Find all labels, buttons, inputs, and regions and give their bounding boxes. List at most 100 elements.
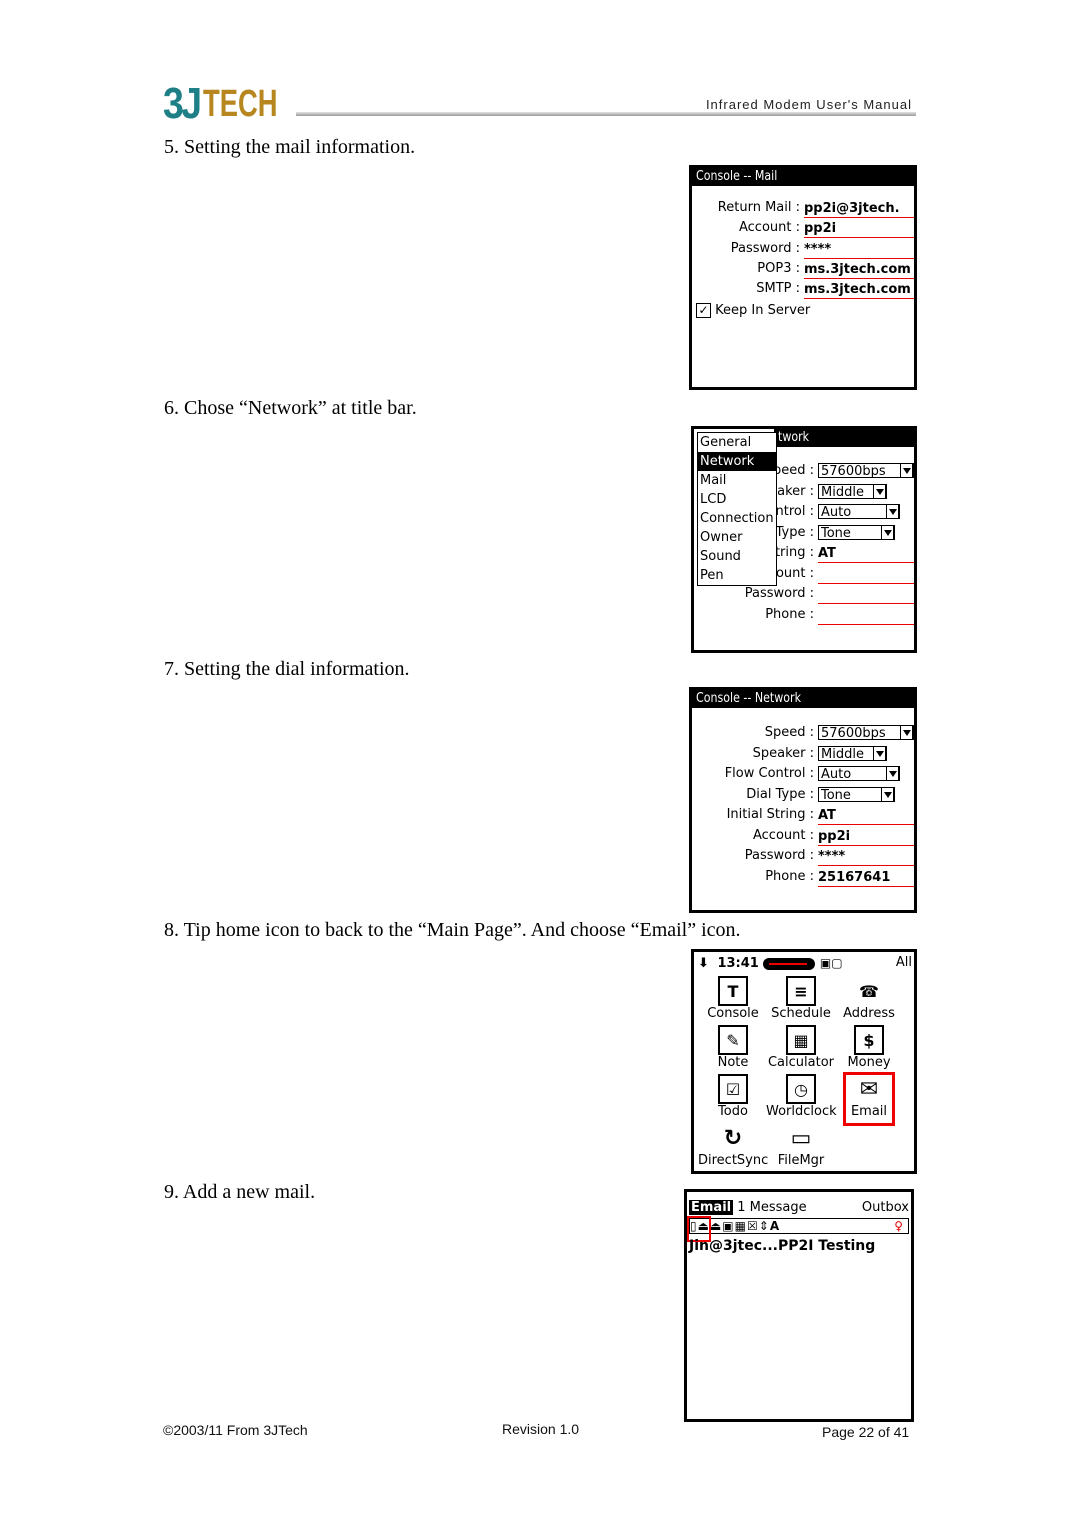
network-settings-screen: Console -- Network Speed : 57600bps Spea… [689, 687, 917, 913]
screen-title: Console -- Mail [692, 168, 914, 186]
app-money[interactable]: $ Money [834, 1025, 904, 1070]
menu-item-lcd[interactable]: LCD [698, 490, 776, 509]
app-worldclock[interactable]: ◷ Worldclock [766, 1074, 837, 1119]
account-input[interactable]: pp2i [818, 828, 914, 846]
pop3-input[interactable]: ms.3jtech.com [804, 261, 914, 279]
chevron-down-icon [900, 725, 913, 740]
step-5-text: 5. Setting the mail information. [164, 136, 416, 158]
font-icon[interactable]: A [770, 1219, 780, 1233]
todo-icon: ☑ [718, 1074, 748, 1104]
phone-input[interactable]: 25167641 [818, 869, 914, 887]
chevron-down-icon [881, 525, 894, 540]
schedule-icon: ≡ [786, 976, 816, 1006]
speaker-dropdown[interactable]: Middle [818, 484, 887, 500]
mail-settings-screen: Console -- Mail Return Mail : pp2i@3jtec… [689, 165, 917, 390]
step-6-text: 6. Chose “Network” at title bar. [164, 397, 417, 419]
clock: 13:41 [717, 956, 759, 971]
logo-number: 3J [163, 79, 202, 128]
account-input[interactable] [818, 566, 914, 584]
screen-title-partial: twork [774, 429, 914, 447]
phone-input[interactable] [818, 607, 914, 625]
speed-dropdown[interactable]: 57600bps [818, 725, 914, 741]
password-input[interactable]: **** [818, 848, 914, 866]
speed-dropdown[interactable]: 57600bps [818, 463, 914, 479]
field-label: Phone : [765, 869, 814, 884]
menu-item-sound[interactable]: Sound [698, 547, 776, 566]
step-9-text: 9. Add a new mail. [164, 1181, 316, 1203]
menu-item-mail[interactable]: Mail [698, 471, 776, 490]
outbox-icon[interactable]: ▦ [735, 1219, 747, 1233]
step-8-text: 8. Tip home icon to back to the “Main Pa… [164, 919, 741, 941]
flow-control-dropdown[interactable]: Auto [818, 766, 900, 782]
password-input[interactable]: **** [804, 241, 914, 259]
message-count: 1 Message [737, 1200, 807, 1215]
footer-page-number: Page 22 of 41 [822, 1424, 910, 1440]
keep-in-server-checkbox[interactable]: ✓ Keep In Server [696, 302, 810, 320]
app-console[interactable]: T Console [698, 976, 768, 1021]
inbox-icon[interactable]: ▣ [722, 1219, 734, 1233]
field-label: Password : [744, 848, 814, 863]
dial-type-dropdown[interactable]: Tone [818, 787, 895, 803]
field-label: Password : [744, 586, 814, 601]
chevron-down-icon [873, 484, 886, 499]
screen-title: Console -- Network [692, 690, 914, 708]
email-toolbar: ▯⏏⏏▣▦☒⇕A ♀ [689, 1218, 909, 1234]
footer-revision: Revision 1.0 [502, 1421, 580, 1437]
worldclock-icon: ◷ [786, 1074, 816, 1104]
tip-icon[interactable]: ♀ [894, 1219, 904, 1233]
smtp-input[interactable]: ms.3jtech.com [804, 281, 914, 299]
app-todo[interactable]: ☑ Todo [698, 1074, 768, 1119]
field-label: Account : [752, 828, 814, 843]
app-calculator[interactable]: ▦ Calculator [766, 1025, 836, 1070]
network-menu-screen: twork peed : 57600bps aker : Middle ntro… [691, 426, 917, 653]
delete-icon[interactable]: ☒ [747, 1219, 759, 1233]
chevron-down-icon [900, 463, 913, 478]
app-address[interactable]: ☎ Address [834, 976, 904, 1022]
footer-copyright: ©2003/11 From 3JTech [163, 1422, 308, 1438]
checkbox-checked-icon: ✓ [696, 303, 711, 318]
return-mail-input[interactable]: pp2i@3jtech. [804, 200, 914, 218]
dial-type-dropdown[interactable]: Tone [818, 525, 895, 541]
field-label: Speed : [764, 725, 814, 740]
app-directsync[interactable]: ↻ DirectSync [698, 1123, 768, 1169]
send-icon[interactable]: ⏏ [710, 1219, 722, 1233]
speaker-dropdown[interactable]: Middle [818, 746, 887, 762]
calculator-icon: ▦ [786, 1025, 816, 1055]
step-7-text: 7. Setting the dial information. [164, 658, 410, 680]
email-screen: Email 1 Message Outbox ▯⏏⏏▣▦☒⇕A ♀ Jin@3j… [684, 1189, 914, 1422]
app-schedule[interactable]: ≡ Schedule [766, 976, 836, 1021]
sort-icon[interactable]: ⇕ [759, 1219, 770, 1233]
menu-item-owner[interactable]: Owner [698, 528, 776, 547]
money-icon: $ [854, 1025, 884, 1055]
app-note[interactable]: ✎ Note [698, 1025, 768, 1070]
home-screen: ⬇ 13:41 ▣▢ All T Console ≡ Schedule ☎ Addre… [691, 949, 917, 1174]
initial-string-input[interactable]: AT [818, 807, 914, 825]
chevron-down-icon [873, 746, 886, 761]
menu-item-network[interactable]: Network [698, 452, 776, 471]
address-icon: ☎ [859, 981, 879, 1001]
console-icon: T [718, 976, 748, 1006]
menu-item-pen[interactable]: Pen [698, 566, 776, 585]
category-dropdown-menu: General Network Mail LCD Connection Owne… [697, 432, 777, 586]
chevron-down-icon [881, 787, 894, 802]
field-label: Phone : [765, 607, 814, 622]
header-rule [296, 112, 916, 116]
menu-item-connection[interactable]: Connection [698, 509, 776, 528]
flow-control-dropdown[interactable]: Auto [818, 504, 900, 520]
battery-icon [763, 957, 816, 970]
menu-item-general[interactable]: General [698, 433, 776, 452]
email-highlight-box [843, 1072, 895, 1126]
password-input[interactable] [818, 586, 914, 604]
message-row[interactable]: Jin@3jtec...PP2I Testing [689, 1238, 875, 1254]
folder-selector[interactable]: Outbox [862, 1199, 909, 1217]
folder-icon: ▭ [790, 1125, 812, 1151]
account-input[interactable]: pp2i [804, 220, 914, 238]
arrow-down-icon[interactable]: ⬇ [698, 956, 709, 971]
category-label[interactable]: All [896, 954, 912, 972]
initial-string-input[interactable]: AT [818, 545, 914, 563]
chevron-down-icon [886, 504, 899, 519]
field-label: Dial Type : [746, 787, 814, 802]
app-filemgr[interactable]: ▭ FileMgr [766, 1123, 836, 1169]
directsync-icon: ↻ [723, 1125, 743, 1151]
window-icons[interactable]: ▣▢ [820, 956, 843, 970]
